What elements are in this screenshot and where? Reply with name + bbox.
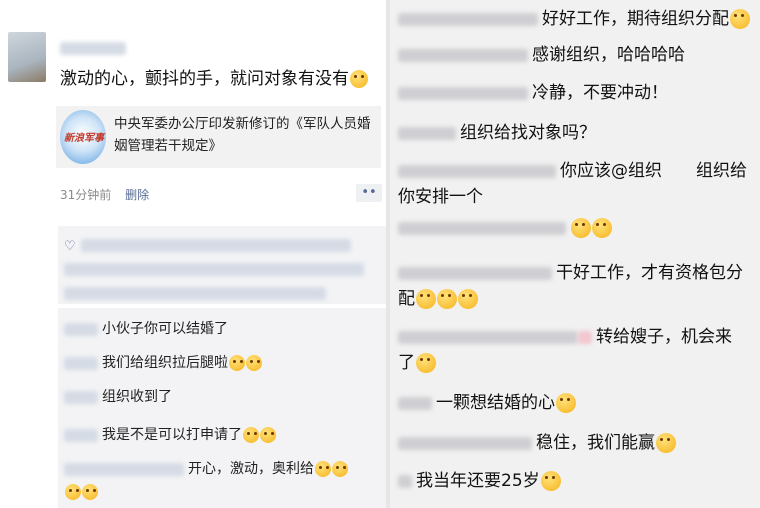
comment-item[interactable]: 冷静，不要冲动！ [398,78,668,103]
left-screenshot: 激动的心，颤抖的手，就问对象有没有 新浪军事 中央军委办公厅印发新修订的《军队人… [0,0,386,508]
link-thumbnail: 新浪军事 [60,110,106,164]
sweat-emoji-icon [540,471,561,491]
comment-item[interactable]: 感谢组织，哈哈哈哈 [398,40,685,65]
sunglasses-emoji-icon [315,461,331,477]
grimace-emoji-icon [556,393,576,413]
likes-list: ♡ [58,226,386,304]
comment-item[interactable]: 稳住，我们能赢 [398,428,676,453]
comment-item[interactable] [398,218,612,238]
more-options-button[interactable]: •• [356,184,382,202]
grin-sweat-emoji-icon [246,355,262,371]
grin-emoji-icon [592,218,612,238]
monocle-emoji-icon [656,433,676,453]
link-card[interactable]: 新浪军事 中央军委办公厅印发新修订的《军队人员婚姻管理若干规定》 [56,106,381,168]
hand-over-mouth-emoji-icon [65,484,81,500]
author-name-blurred[interactable] [60,38,126,57]
post-time: 31分钟前 [60,188,112,202]
tongue-emoji-icon [260,427,276,443]
comment-item-continued: 了 [398,348,436,373]
comment-item[interactable]: 开心，激动，奥利给 [64,458,348,478]
monocle-emoji-icon [332,461,348,477]
comment-item[interactable]: 转给嫂子，机会来 [398,322,732,347]
link-title: 中央军委办公厅印发新修订的《军队人员婚姻管理若干规定》 [114,116,371,154]
grin-emoji-icon [571,218,591,238]
heart-outline-icon: ♡ [64,239,76,254]
thinking-emoji-icon [437,289,457,309]
grin-emoji-icon [730,9,750,29]
grin-sweat-emoji-icon [229,355,245,371]
thinking-emoji-icon [416,289,436,309]
comment-item[interactable]: 我们给组织拉后腿啦 [64,352,262,372]
wink-emoji-icon [350,70,368,88]
comment-item-continued: 配 [398,284,478,309]
comment-item[interactable]: 干好工作，才有资格包分 [398,258,743,283]
tongue-emoji-icon [243,427,259,443]
comment-item[interactable]: 我当年还要25岁 [398,466,561,491]
delete-link[interactable]: 删除 [125,188,149,202]
comments-area: 小伙子你可以结婚了 我们给组织拉后腿啦 组织收到了 我是不是可以打申请了 开心，… [58,308,386,508]
comment-item[interactable]: 好好工作，期待组织分配 [398,4,750,29]
comment-item-continued [64,484,98,500]
comment-item[interactable]: 一颗想结婚的心 [398,388,576,413]
comment-item-continued: 你安排一个 [398,187,483,207]
comment-item[interactable]: 组织给找对象吗？ [398,118,596,143]
post-meta: 31分钟前 删除 [60,186,149,203]
comment-item[interactable]: 你应该@组织 组织给 [398,156,747,181]
grin-emoji-icon [416,353,436,373]
smile-emoji-icon [82,484,98,500]
comment-item[interactable]: 组织收到了 [64,386,172,406]
post-text: 激动的心，颤抖的手，就问对象有没有 [60,64,368,89]
comment-item[interactable]: 我是不是可以打申请了 [64,424,276,444]
avatar[interactable] [8,32,46,82]
right-screenshot: 好好工作，期待组织分配 感谢组织，哈哈哈哈 冷静，不要冲动！ 组织给找对象吗？ … [390,0,760,508]
comment-item[interactable]: 小伙子你可以结婚了 [64,318,228,338]
thinking-emoji-icon [458,289,478,309]
